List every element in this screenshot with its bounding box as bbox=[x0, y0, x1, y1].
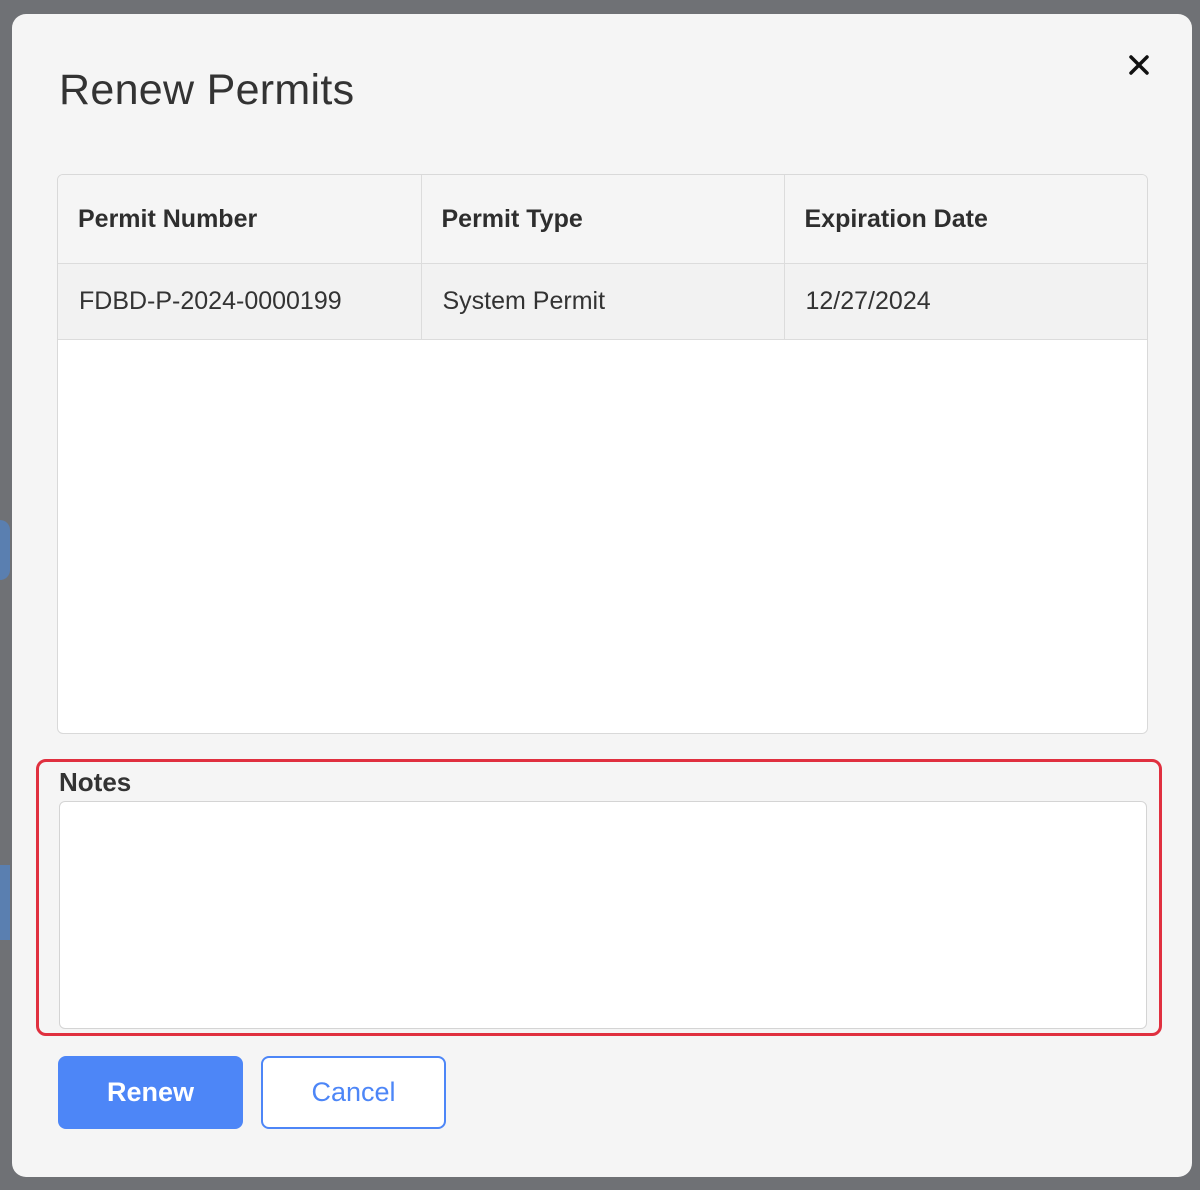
cell-permit-type: System Permit bbox=[421, 263, 785, 340]
background-page-element bbox=[0, 520, 10, 580]
dialog-title: Renew Permits bbox=[59, 66, 355, 114]
cell-expiration-date: 12/27/2024 bbox=[784, 263, 1147, 340]
column-header-permit-type: Permit Type bbox=[421, 175, 785, 264]
close-icon bbox=[1129, 55, 1149, 75]
column-header-permit-number: Permit Number bbox=[58, 175, 422, 264]
notes-section: Notes bbox=[36, 759, 1162, 1036]
close-button[interactable] bbox=[1124, 50, 1154, 80]
table-header-row: Permit Number Permit Type Expiration Dat… bbox=[58, 175, 1147, 264]
cell-permit-number: FDBD-P-2024-0000199 bbox=[58, 263, 422, 340]
notes-label: Notes bbox=[59, 767, 132, 797]
renew-permits-dialog: Renew Permits Permit Number Permit Type … bbox=[12, 14, 1192, 1177]
renew-button[interactable]: Renew bbox=[58, 1056, 243, 1129]
permits-table: Permit Number Permit Type Expiration Dat… bbox=[57, 174, 1148, 734]
cancel-button[interactable]: Cancel bbox=[261, 1056, 446, 1129]
background-page-element bbox=[0, 865, 10, 940]
notes-textarea[interactable] bbox=[59, 801, 1147, 1029]
column-header-expiration-date: Expiration Date bbox=[784, 175, 1147, 264]
table-row[interactable]: FDBD-P-2024-0000199 System Permit 12/27/… bbox=[58, 263, 1147, 340]
